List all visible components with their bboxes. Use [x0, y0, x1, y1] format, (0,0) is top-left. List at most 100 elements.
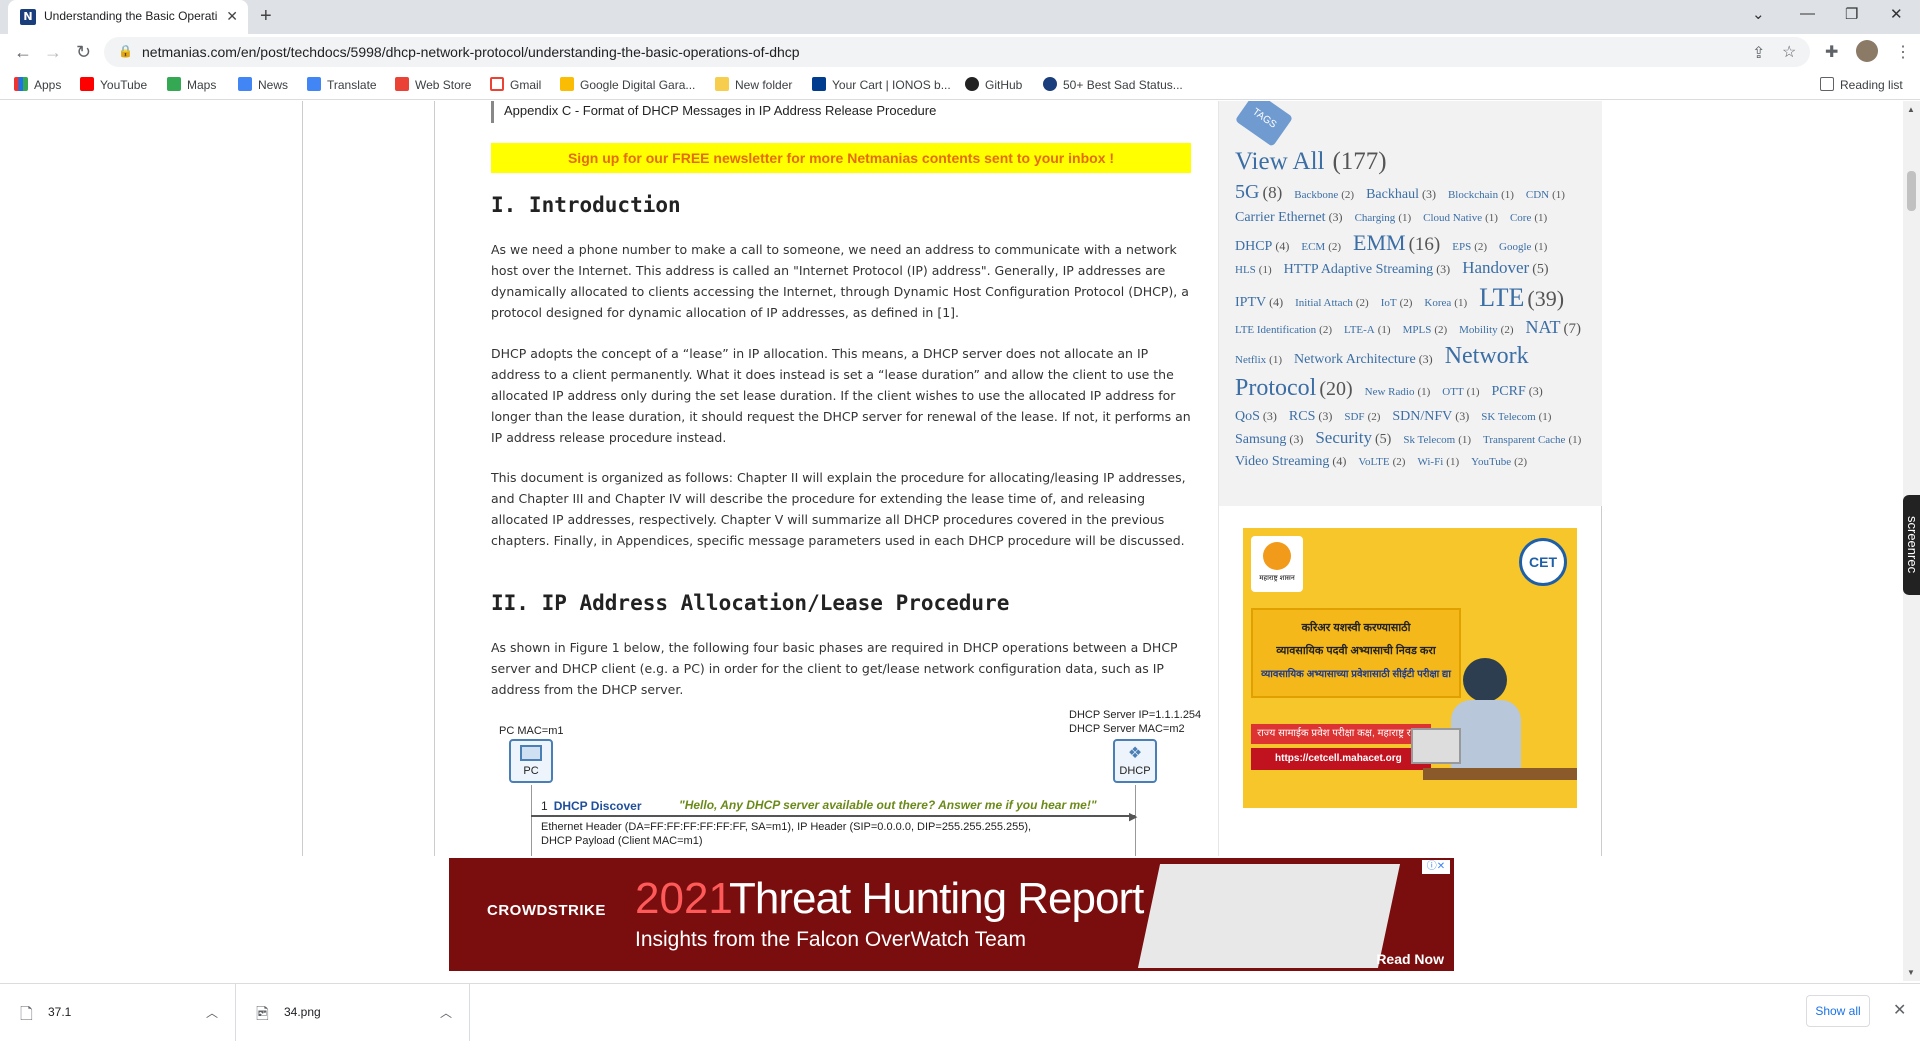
tag-link[interactable]: Handover (5): [1462, 258, 1552, 277]
tab-search-icon[interactable]: ⌄: [1752, 5, 1765, 23]
menu-icon[interactable]: ⋮: [1895, 42, 1911, 62]
address-bar[interactable]: 🔒 netmanias.com/en/post/techdocs/5998/dh…: [104, 37, 1810, 67]
url-text[interactable]: netmanias.com/en/post/techdocs/5998/dhcp…: [142, 44, 800, 60]
share-icon[interactable]: ⇪: [1752, 43, 1765, 63]
download-item[interactable]: 🗋 37.1 ︿: [0, 984, 236, 1041]
chevron-up-icon[interactable]: ︿: [440, 1004, 452, 1021]
appendix-link[interactable]: Appendix C - Format of DHCP Messages in …: [491, 101, 936, 123]
back-icon[interactable]: ←: [14, 42, 32, 63]
bookmark-ionos[interactable]: Your Cart | IONOS b...: [812, 77, 951, 92]
tag-link[interactable]: SDF (2): [1344, 407, 1384, 424]
crowdstrike-advertisement[interactable]: CROWDSTRIKE 2021 Threat Hunting Report I…: [449, 858, 1454, 971]
close-window-icon[interactable]: ✕: [1890, 5, 1903, 23]
tag-link[interactable]: EPS (2): [1452, 237, 1491, 254]
tag-link[interactable]: YouTube (2): [1471, 452, 1531, 469]
restore-icon[interactable]: ❐: [1845, 5, 1858, 23]
tag-link[interactable]: Korea (1): [1424, 293, 1471, 310]
bookmark-new-folder[interactable]: New folder: [715, 77, 792, 92]
tag-link[interactable]: CDN (1): [1526, 185, 1569, 202]
tag-link[interactable]: MPLS (2): [1403, 320, 1452, 337]
tag-link[interactable]: IoT (2): [1381, 293, 1417, 310]
tag-link[interactable]: Security (5): [1315, 428, 1395, 447]
tag-link[interactable]: PCRF (3): [1492, 382, 1547, 399]
bookmark-google-digital-garage[interactable]: Google Digital Gara...: [560, 77, 695, 92]
show-all-button[interactable]: Show all: [1806, 995, 1870, 1027]
newsletter-banner[interactable]: Sign up for our FREE newsletter for more…: [491, 143, 1191, 173]
tag-link[interactable]: New Radio (1): [1365, 382, 1435, 399]
tag-link[interactable]: OTT (1): [1442, 382, 1483, 399]
tag-link[interactable]: Mobility (2): [1459, 320, 1517, 337]
lock-icon[interactable]: 🔒: [118, 44, 133, 58]
cet-advertisement[interactable]: महाराष्ट्र शासन CET करिअर यशस्वी करण्यास…: [1243, 528, 1577, 808]
bookmark-news[interactable]: News: [238, 77, 288, 92]
minimize-icon[interactable]: —: [1800, 5, 1815, 22]
browser-tab[interactable]: N Understanding the Basic Operati ✕: [8, 0, 248, 34]
view-all-label: View All: [1235, 148, 1325, 175]
tag-link[interactable]: HTTP Adaptive Streaming (3): [1284, 260, 1455, 277]
bookmark-github[interactable]: GitHub: [965, 77, 1022, 92]
tag-link[interactable]: Backbone (2): [1294, 185, 1358, 202]
new-tab-icon[interactable]: +: [260, 5, 272, 28]
tag-link[interactable]: Samsung (3): [1235, 430, 1307, 447]
tag-link[interactable]: Sk Telecom (1): [1403, 430, 1475, 447]
bookmark-star-icon[interactable]: ☆: [1782, 42, 1796, 62]
reading-list[interactable]: Reading list: [1820, 77, 1903, 92]
tag-link[interactable]: QoS (3): [1235, 407, 1281, 424]
tag-name: QoS: [1235, 408, 1260, 424]
tag-link[interactable]: IPTV (4): [1235, 293, 1287, 310]
forward-icon[interactable]: →: [44, 42, 62, 63]
scroll-down-icon[interactable]: ▼: [1907, 968, 1915, 977]
close-tab-icon[interactable]: ✕: [226, 8, 238, 25]
tag-link[interactable]: HLS (1): [1235, 260, 1276, 277]
bookmark-sad-status[interactable]: 50+ Best Sad Status...: [1043, 77, 1183, 92]
tag-name: LTE Identification: [1235, 324, 1317, 337]
reload-icon[interactable]: ↻: [76, 42, 91, 63]
tag-link[interactable]: Wi-Fi (1): [1417, 452, 1463, 469]
tag-count: (3): [1328, 209, 1343, 224]
tag-link[interactable]: Video Streaming (4): [1235, 452, 1350, 469]
extensions-icon[interactable]: ✚: [1825, 42, 1838, 62]
tag-link[interactable]: VoLTE (2): [1358, 452, 1409, 469]
tag-link[interactable]: DHCP (4): [1235, 237, 1293, 254]
ad-url[interactable]: https://cetcell.mahacet.org: [1251, 748, 1431, 770]
scroll-up-icon[interactable]: ▲: [1907, 105, 1915, 114]
bookmark-maps[interactable]: Maps: [167, 77, 216, 92]
tag-link[interactable]: Charging (1): [1355, 208, 1416, 225]
tag-link[interactable]: Network Architecture (3): [1294, 350, 1437, 367]
bookmark-youtube[interactable]: YouTube: [80, 77, 147, 92]
tag-link[interactable]: LTE (39): [1479, 283, 1568, 312]
tag-link[interactable]: Transparent Cache (1): [1483, 430, 1585, 447]
tag-name: Charging: [1354, 211, 1396, 224]
chevron-up-icon[interactable]: ︿: [206, 1004, 218, 1021]
tag-link[interactable]: Blockchain (1): [1448, 185, 1518, 202]
bookmark-gmail[interactable]: Gmail: [490, 77, 541, 92]
tag-link[interactable]: Initial Attach (2): [1295, 293, 1373, 310]
view-all-link[interactable]: View All (177): [1235, 145, 1591, 179]
tag-link[interactable]: NAT (7): [1526, 317, 1586, 337]
tag-link[interactable]: SK Telecom (1): [1481, 407, 1555, 424]
tag-link[interactable]: Cloud Native (1): [1423, 208, 1502, 225]
tag-link[interactable]: SDN/NFV (3): [1392, 407, 1473, 424]
tag-name: HLS: [1235, 264, 1256, 277]
tag-link[interactable]: EMM (16): [1353, 230, 1444, 255]
tag-link[interactable]: Netflix (1): [1235, 350, 1286, 367]
screenrec-widget[interactable]: screenrec: [1903, 495, 1920, 595]
close-downloads-icon[interactable]: ✕: [1893, 1000, 1906, 1020]
read-now-button[interactable]: Read Now: [1376, 951, 1444, 967]
tag-link[interactable]: Core (1): [1510, 208, 1551, 225]
bookmark-translate[interactable]: Translate: [307, 77, 377, 92]
bookmark-apps[interactable]: Apps: [14, 77, 61, 92]
tag-link[interactable]: Carrier Ethernet (3): [1235, 208, 1347, 225]
ad-choices-close-icon[interactable]: ⓘ✕: [1422, 860, 1450, 874]
tag-link[interactable]: LTE-A (1): [1344, 320, 1395, 337]
tag-link[interactable]: RCS (3): [1289, 407, 1336, 424]
tag-link[interactable]: Backhaul (3): [1366, 185, 1440, 202]
scroll-thumb[interactable]: [1907, 171, 1916, 211]
tag-link[interactable]: ECM (2): [1301, 237, 1345, 254]
tag-link[interactable]: LTE Identification (2): [1235, 320, 1336, 337]
bookmark-web-store[interactable]: Web Store: [395, 77, 471, 92]
download-item[interactable]: 🖻 34.png ︿: [236, 984, 470, 1041]
tag-link[interactable]: 5G (8): [1235, 181, 1286, 203]
tag-link[interactable]: Google (1): [1499, 237, 1551, 254]
profile-avatar[interactable]: [1856, 40, 1878, 62]
